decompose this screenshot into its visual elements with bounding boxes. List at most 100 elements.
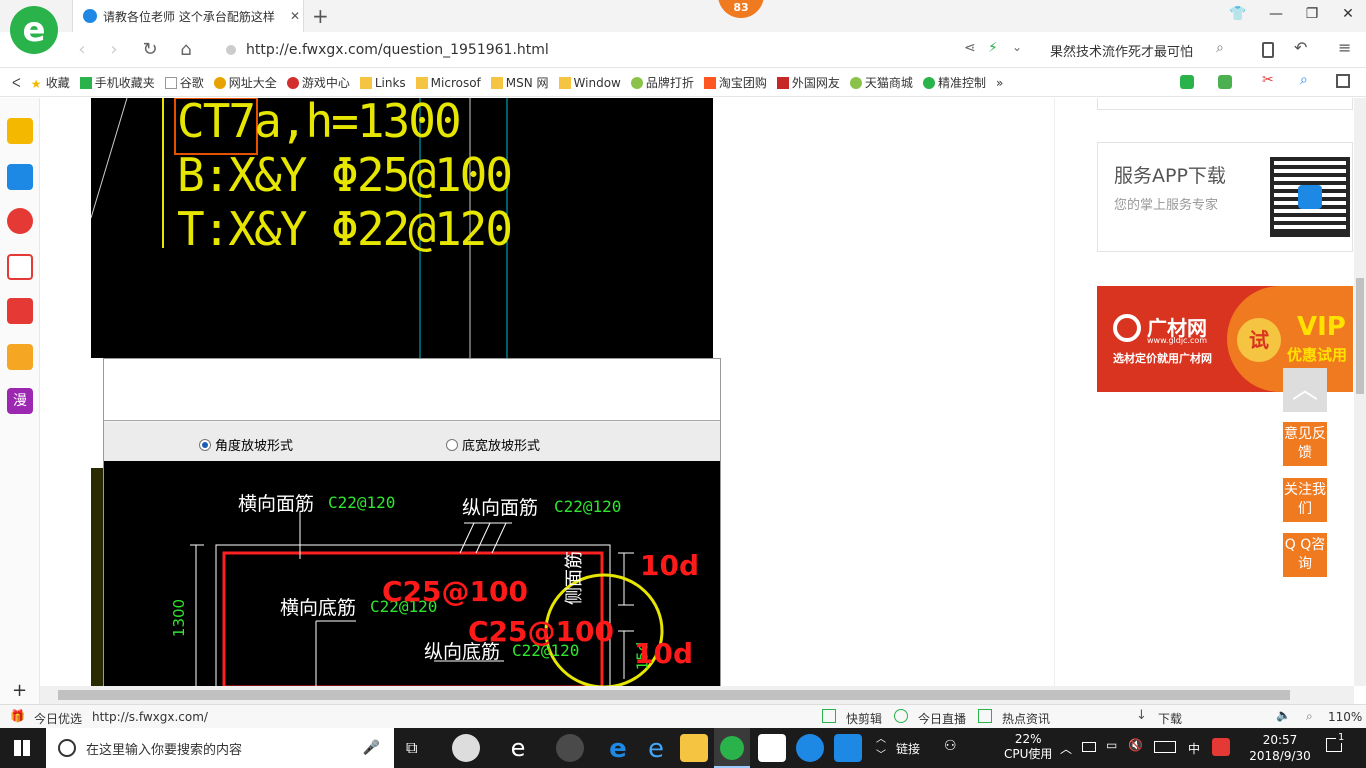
phone-icon[interactable] bbox=[1262, 42, 1274, 58]
app-download-card[interactable]: 服务APP下载 您的掌上服务专家 bbox=[1097, 142, 1353, 252]
people-icon[interactable]: ⚇ bbox=[944, 738, 957, 754]
radio-angle-dot[interactable] bbox=[199, 438, 211, 451]
bookmark-mobile[interactable]: 手机收藏夹 bbox=[79, 74, 155, 91]
forward-icon[interactable]: › bbox=[104, 40, 124, 60]
home-icon[interactable]: ⌂ bbox=[176, 40, 196, 60]
search-icon[interactable]: ⌕ bbox=[1216, 40, 1224, 56]
qq-consult-button[interactable]: Q Q咨询 bbox=[1283, 533, 1327, 577]
follow-us-button[interactable]: 关注我们 bbox=[1283, 478, 1327, 522]
volume-mute-icon[interactable]: 🔇 bbox=[1128, 738, 1143, 752]
bookmark-foreign-friends[interactable]: 外国网友 bbox=[776, 74, 840, 91]
back-icon[interactable]: ‹ bbox=[72, 40, 92, 60]
tab-close-icon[interactable]: ✕ bbox=[287, 9, 303, 23]
flash-icon[interactable]: ⚡ bbox=[988, 40, 998, 56]
bookmark-url-nav[interactable]: 网址大全 bbox=[213, 74, 277, 91]
back-to-top-button[interactable]: ︿ bbox=[1283, 368, 1327, 412]
active-browser-task[interactable] bbox=[714, 728, 750, 768]
share-icon[interactable]: ⋖ bbox=[964, 40, 976, 56]
bookmark-windows[interactable]: Window bbox=[558, 76, 621, 90]
browser-logo-icon[interactable]: e bbox=[10, 6, 58, 54]
search-input[interactable]: 果然技术流作死才最可怕 bbox=[1050, 41, 1193, 60]
scissors-icon[interactable]: ✂ bbox=[1262, 72, 1274, 88]
vertical-scrollbar[interactable] bbox=[1354, 98, 1366, 686]
keyboard-icon[interactable] bbox=[1154, 741, 1176, 753]
magnifier-icon[interactable]: ⌕ bbox=[1300, 72, 1308, 88]
status-live[interactable]: 今日直播 bbox=[918, 710, 966, 727]
status-download[interactable]: 下载 bbox=[1158, 710, 1182, 727]
close-window-icon[interactable]: ✕ bbox=[1338, 6, 1358, 26]
network-icon[interactable]: ▭ bbox=[1106, 738, 1117, 752]
bookmark-games[interactable]: 游戏中心 bbox=[286, 74, 350, 91]
address-bar[interactable]: http://e.fwxgx.com/question_1951961.html bbox=[218, 36, 1032, 64]
apps-grid-icon[interactable] bbox=[1336, 74, 1350, 88]
bookmark-microsoft[interactable]: Microsof bbox=[415, 76, 481, 90]
horizontal-scroll-thumb[interactable] bbox=[58, 690, 1290, 700]
bookmark-brand-discount[interactable]: 品牌打折 bbox=[630, 74, 694, 91]
weibo-icon[interactable] bbox=[7, 208, 33, 234]
status-hot-news[interactable]: 热点资讯 bbox=[1002, 710, 1050, 727]
radio-width-dot[interactable] bbox=[446, 438, 458, 451]
shirt-icon[interactable]: 👕 bbox=[1228, 6, 1248, 26]
sogou-icon[interactable] bbox=[1212, 738, 1230, 756]
edge-app-icon[interactable]: e bbox=[604, 734, 632, 764]
bookmark-links[interactable]: Links bbox=[359, 76, 406, 90]
sidebar-toggle-icon[interactable]: ᐸ bbox=[12, 76, 21, 90]
radio-width-slope[interactable]: 底宽放坡形式 bbox=[446, 435, 540, 454]
pinwheel-app-icon[interactable] bbox=[452, 734, 480, 762]
browser360-app-icon[interactable] bbox=[556, 734, 584, 762]
windows-start-icon[interactable] bbox=[14, 740, 30, 756]
game-icon[interactable] bbox=[7, 298, 33, 324]
quick-edit-icon[interactable] bbox=[822, 709, 836, 723]
bookmark-msn[interactable]: MSN 网 bbox=[490, 74, 549, 91]
news-icon[interactable] bbox=[7, 164, 33, 190]
comic-icon[interactable]: 漫 bbox=[7, 388, 33, 414]
taskbar-links[interactable]: 链接 bbox=[896, 740, 920, 757]
chevron-down-icon[interactable]: ⌄ bbox=[1012, 40, 1022, 54]
reload-icon[interactable]: ↻ bbox=[140, 40, 160, 60]
task-view-icon[interactable]: ⧉ bbox=[406, 738, 417, 758]
bookmark-tmall[interactable]: 天猫商城 bbox=[849, 74, 913, 91]
zoom-search-icon[interactable]: ⌕ bbox=[1306, 709, 1313, 724]
status-quick-edit[interactable]: 快剪辑 bbox=[846, 710, 882, 727]
site-info-icon[interactable] bbox=[226, 45, 236, 55]
gift-icon[interactable]: 🎁 bbox=[10, 709, 25, 723]
ie-edge-app-icon[interactable]: e bbox=[504, 734, 532, 762]
radio-angle-slope[interactable]: 角度放坡形式 bbox=[199, 435, 293, 454]
novel-icon[interactable] bbox=[7, 344, 33, 370]
horizontal-scrollbar[interactable] bbox=[40, 686, 1354, 704]
battery-icon[interactable] bbox=[1082, 742, 1096, 752]
favorites-star-icon[interactable] bbox=[7, 118, 33, 144]
live-icon[interactable] bbox=[894, 709, 908, 723]
hot-news-icon[interactable] bbox=[978, 709, 992, 723]
zoom-level[interactable]: 110% bbox=[1328, 710, 1362, 724]
bookmark-precise-control[interactable]: 精准控制 bbox=[922, 74, 986, 91]
email-icon[interactable] bbox=[7, 254, 33, 280]
bookmark-favorites[interactable]: ★ 收藏 bbox=[31, 74, 70, 91]
download-icon[interactable]: ↓ bbox=[1136, 708, 1147, 723]
plus-app-icon[interactable] bbox=[834, 734, 862, 762]
microphone-icon[interactable]: 🎤 bbox=[363, 740, 380, 756]
browser-tab[interactable]: 请教各位老师 这个承台配筋这样 ✕ bbox=[72, 0, 304, 32]
menu-icon[interactable]: ≡ bbox=[1338, 38, 1351, 57]
ime-indicator[interactable]: 中 bbox=[1188, 740, 1200, 757]
mail-app-icon[interactable] bbox=[758, 734, 786, 762]
new-tab-icon[interactable]: + bbox=[312, 4, 329, 28]
clock[interactable]: 20:57 2018/9/30 bbox=[1244, 732, 1316, 764]
shield-icon[interactable] bbox=[1180, 75, 1194, 89]
file-explorer-icon[interactable] bbox=[680, 734, 708, 762]
vertical-scroll-thumb[interactable] bbox=[1356, 278, 1364, 394]
bookmark-taobao[interactable]: 淘宝团购 bbox=[703, 74, 767, 91]
translate-icon[interactable] bbox=[1218, 75, 1232, 89]
tray-chevron-icon[interactable]: ︿ bbox=[1060, 740, 1072, 757]
volume-icon[interactable]: 🔈 bbox=[1276, 708, 1291, 722]
minimize-icon[interactable]: — bbox=[1266, 6, 1286, 26]
bookmarks-overflow[interactable]: » bbox=[996, 76, 1003, 90]
bookmark-google[interactable]: 谷歌 bbox=[164, 74, 204, 91]
taskbar-search-box[interactable]: 在这里输入你要搜索的内容 🎤 bbox=[46, 728, 394, 768]
feedback-button[interactable]: 意见反馈 bbox=[1283, 422, 1327, 466]
taskbar-overflow-icon[interactable]: ︿ ﹀ bbox=[876, 732, 886, 764]
ie-app-icon[interactable]: e bbox=[642, 734, 670, 764]
g-app-icon[interactable] bbox=[796, 734, 824, 762]
cpu-usage[interactable]: 22% CPU使用 bbox=[1004, 732, 1052, 762]
add-sidebar-icon[interactable]: + bbox=[12, 680, 27, 701]
